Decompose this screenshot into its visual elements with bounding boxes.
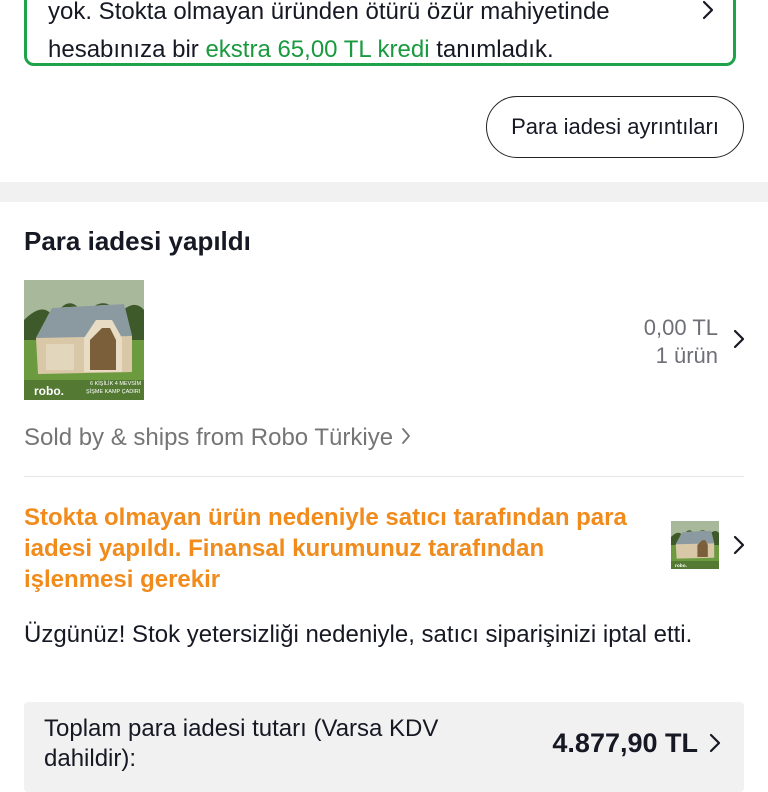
- notice-line-2: hesabınıza bir ekstra 65,00 TL kredi tan…: [48, 36, 554, 63]
- item-count: 1 ürün: [655, 343, 718, 368]
- chevron-right-icon: [708, 732, 722, 759]
- seller-link[interactable]: Sold by & ships from Robo Türkiye: [24, 424, 411, 452]
- cancellation-apology: Üzgünüz! Stok yetersizliği nedeniyle, sa…: [24, 621, 693, 648]
- chevron-right-icon: [401, 424, 411, 452]
- seller-label: Sold by & ships from Robo Türkiye: [24, 424, 394, 451]
- section-divider: [0, 182, 768, 202]
- notice-line-1: yok. Stokta olmayan üründen ötürü özür m…: [48, 0, 610, 25]
- divider: [24, 476, 744, 477]
- refund-total-row[interactable]: Toplam para iadesi tutarı (Varsa KDV dah…: [24, 702, 744, 792]
- chevron-right-icon[interactable]: [732, 328, 746, 355]
- section-title: Para iadesi yapıldı: [24, 226, 251, 256]
- item-price: 0,00 TL: [643, 315, 718, 340]
- refund-status-message: Stokta olmayan ürün nedeniyle satıcı tar…: [24, 504, 627, 593]
- svg-text:ŞİŞME KAMP ÇADIRI: ŞİŞME KAMP ÇADIRI: [86, 388, 141, 395]
- extra-credit-amount: ekstra 65,00 TL kredi: [205, 36, 430, 63]
- svg-text:robo.: robo.: [34, 384, 64, 398]
- product-thumbnail[interactable]: robo. 6 KİŞİLİK 4 MEVSİM ŞİŞME KAMP ÇADI…: [24, 280, 144, 400]
- refund-details-button[interactable]: Para iadesi ayrıntıları: [486, 96, 744, 158]
- extra-credit-notice[interactable]: yok. Stokta olmayan üründen ötürü özür m…: [24, 0, 736, 66]
- chevron-right-icon[interactable]: [732, 534, 746, 561]
- product-thumbnail-small[interactable]: robo.: [671, 521, 719, 569]
- svg-text:robo.: robo.: [675, 563, 687, 569]
- refund-total-label: Toplam para iadesi tutarı (Varsa KDV dah…: [44, 715, 439, 772]
- refund-total-value: 4.877,90 TL: [552, 728, 698, 758]
- svg-text:6 KİŞİLİK 4 MEVSİM: 6 KİŞİLİK 4 MEVSİM: [90, 380, 141, 387]
- item-summary: 0,00 TL 1 ürün: [644, 314, 718, 370]
- chevron-right-icon[interactable]: [701, 0, 715, 33]
